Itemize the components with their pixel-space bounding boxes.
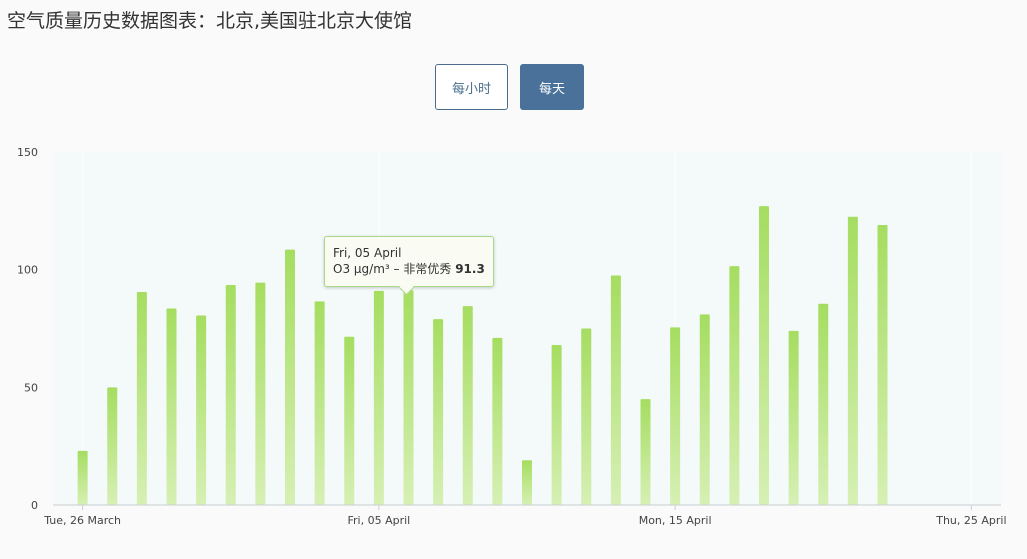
bar-2024-04-04[interactable] (344, 336, 355, 505)
x-tick-label-0: Tue, 26 March (43, 514, 121, 527)
bar-2024-04-13[interactable] (610, 275, 621, 505)
tooltip-line: O3 µg/m³ – 非常优秀 91.3 (333, 261, 485, 277)
bar-2024-04-11[interactable] (551, 344, 562, 505)
bar-2024-04-10[interactable] (522, 460, 532, 505)
tooltip-date: Fri, 05 April (333, 246, 402, 260)
plot-background (53, 152, 1001, 505)
bar-2024-04-09[interactable] (492, 337, 503, 505)
bar-2024-04-05[interactable] (373, 290, 384, 505)
x-axis: Tue, 26 March Fri, 05 April Mon, 15 April T… (43, 504, 1007, 527)
bar-2024-03-26[interactable] (77, 450, 88, 505)
x-tick-label-2: Mon, 15 April (639, 514, 712, 527)
daily-button[interactable]: 每天 (520, 64, 584, 110)
bar-2024-04-20[interactable] (818, 303, 829, 505)
y-tick-label-0: 0 (31, 499, 38, 512)
bar-2024-03-30[interactable] (196, 315, 207, 505)
bar-2024-04-15[interactable] (670, 327, 681, 505)
chart-area: 0 50 100 150 Tue, 26 March Fri, 05 April Mon,… (0, 140, 1027, 545)
bar-2024-04-03[interactable] (314, 301, 325, 505)
tooltip-rating: 非常优秀 (403, 262, 452, 276)
bar-2024-04-07[interactable] (433, 319, 444, 505)
x-tick-label-3: Thu, 25 April (935, 514, 1006, 527)
tooltip-series: O3 µg/m³ (333, 262, 390, 276)
bar-2024-04-12[interactable] (581, 328, 592, 506)
bar-2024-04-19[interactable] (788, 330, 799, 505)
bar-tooltip: Fri, 05 April O3 µg/m³ – 非常优秀 91.3 (324, 236, 494, 287)
x-tick-label-1: Fri, 05 April (348, 514, 411, 527)
bar-2024-03-28[interactable] (136, 292, 147, 505)
y-tick-label-100: 100 (17, 264, 38, 277)
bar-2024-04-06[interactable] (403, 290, 414, 505)
bar-2024-04-08[interactable] (462, 306, 473, 505)
y-tick-label-150: 150 (17, 146, 38, 159)
bar-2024-04-22[interactable] (877, 224, 888, 505)
y-axis: 0 50 100 150 (17, 146, 38, 512)
bar-chart: 0 50 100 150 Tue, 26 March Fri, 05 April Mon,… (17, 146, 1007, 527)
tooltip-value: 91.3 (455, 262, 485, 276)
bar-2024-03-27[interactable] (107, 387, 118, 505)
tooltip-separator: – (389, 262, 404, 276)
hourly-button[interactable]: 每小时 (435, 64, 508, 110)
bar-2024-04-02[interactable] (285, 249, 295, 505)
bar-2024-04-18[interactable] (759, 206, 769, 506)
bar-2024-04-21[interactable] (847, 216, 858, 505)
page-title: 空气质量历史数据图表：北京,美国驻北京大使馆 (7, 10, 413, 32)
bar-2024-03-31[interactable] (225, 284, 236, 505)
bar-2024-04-01[interactable] (255, 282, 266, 505)
bar-2024-03-29[interactable] (166, 308, 177, 505)
bar-2024-04-17[interactable] (729, 266, 740, 505)
y-tick-label-50: 50 (24, 381, 38, 394)
bar-2024-04-14[interactable] (640, 399, 651, 505)
bar-2024-04-16[interactable] (699, 314, 710, 505)
